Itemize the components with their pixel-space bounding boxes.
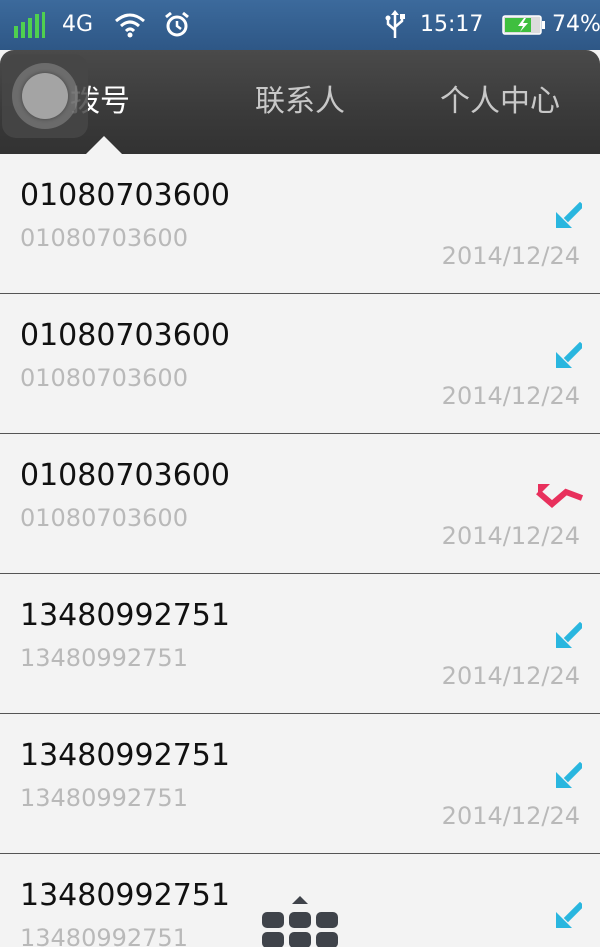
call-number: 13480992751 [20, 738, 230, 773]
incoming-call-icon [556, 762, 582, 788]
call-date: 2014/12/24 [441, 242, 580, 270]
call-number: 01080703600 [20, 178, 230, 213]
call-number: 13480992751 [20, 598, 230, 633]
tab-contacts[interactable]: 联系人 [230, 50, 370, 154]
dialpad-toggle-icon[interactable] [258, 890, 342, 947]
assistive-touch-core [22, 73, 68, 119]
call-sub-number: 01080703600 [20, 224, 188, 252]
call-date: 2014/12/24 [441, 382, 580, 410]
call-log-item[interactable]: 01080703600 01080703600 2014/12/24 [0, 434, 600, 574]
incoming-call-icon [556, 202, 582, 228]
call-number: 13480992751 [20, 878, 230, 913]
status-bar: 4G 15:17 74% [0, 0, 600, 50]
call-sub-number: 13480992751 [20, 784, 188, 812]
call-date: 2014/12/24 [441, 662, 580, 690]
call-log-item[interactable]: 01080703600 01080703600 2014/12/24 [0, 154, 600, 294]
call-log-item[interactable]: 01080703600 01080703600 2014/12/24 [0, 294, 600, 434]
tab-personal-center[interactable]: 个人中心 [420, 50, 580, 154]
call-log-list[interactable]: 01080703600 01080703600 2014/12/24 01080… [0, 154, 600, 947]
active-tab-indicator [86, 136, 122, 154]
network-type: 4G [62, 12, 94, 37]
call-log-item[interactable]: 13480992751 13480992751 2014/12/24 [0, 574, 600, 714]
call-sub-number: 01080703600 [20, 364, 188, 392]
assistive-touch-button[interactable] [2, 54, 88, 138]
call-sub-number: 13480992751 [20, 924, 188, 947]
call-number: 01080703600 [20, 458, 230, 493]
call-date: 2014/12/24 [441, 802, 580, 830]
incoming-call-icon [556, 902, 582, 928]
incoming-call-icon [556, 622, 582, 648]
battery-percent: 74% [552, 12, 600, 37]
incoming-call-icon [556, 342, 582, 368]
call-sub-number: 13480992751 [20, 644, 188, 672]
call-number: 01080703600 [20, 318, 230, 353]
call-log-item[interactable]: 13480992751 13480992751 2014/12/24 [0, 714, 600, 854]
call-sub-number: 01080703600 [20, 504, 188, 532]
call-date: 2014/12/24 [441, 522, 580, 550]
tab-bar: 拨号 联系人 个人中心 [0, 50, 600, 154]
status-time: 15:17 [420, 12, 484, 37]
missed-call-icon [536, 484, 584, 508]
